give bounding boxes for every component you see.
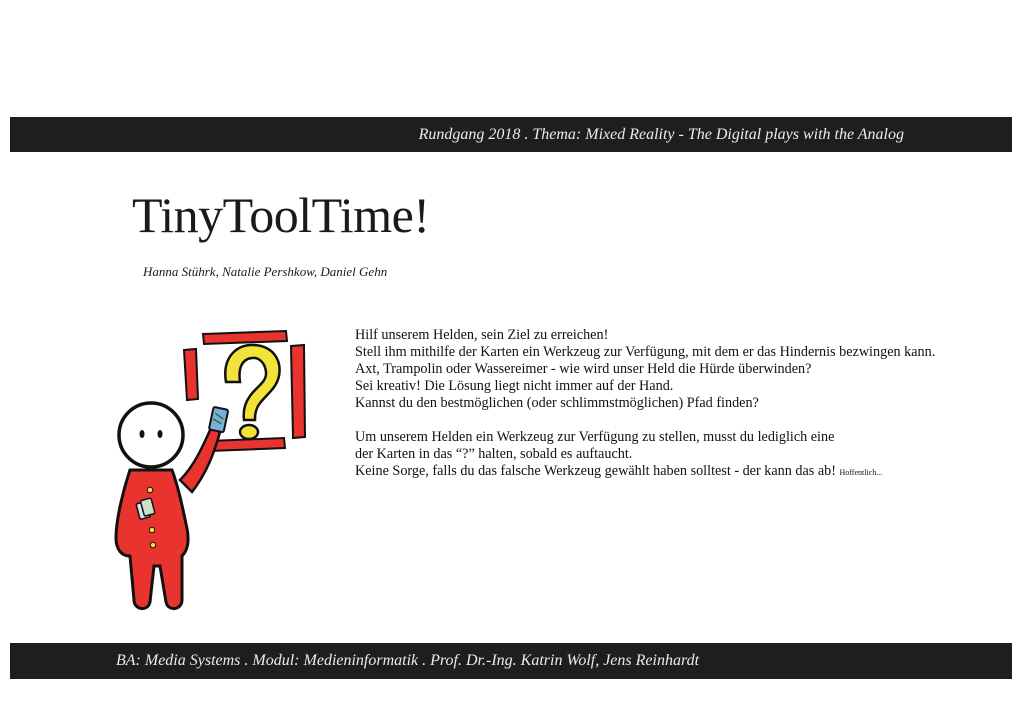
- question-mark-dot: [238, 423, 260, 441]
- header-banner: Rundgang 2018 . Thema: Mixed Reality - T…: [10, 117, 1012, 152]
- closing-text: Keine Sorge, falls du das falsche Werkze…: [355, 463, 840, 479]
- description-line: Kannst du den bestmöglichen (oder schlim…: [355, 395, 759, 411]
- closing-line: Keine Sorge, falls du das falsche Werkze…: [355, 463, 995, 481]
- header-banner-text: Rundgang 2018 . Thema: Mixed Reality - T…: [418, 125, 904, 143]
- frame-left-bar: [182, 347, 200, 402]
- frame-top-bar: [201, 329, 289, 346]
- instruction-line: Um unserem Helden ein Werkzeug zur Verfü…: [355, 429, 835, 445]
- instruction-line: der Karten in das “?” halten, sobald es …: [355, 446, 633, 462]
- question-mark: [224, 343, 281, 422]
- hero-head: [117, 401, 185, 469]
- description-line: Sei kreativ! Die Lösung liegt nicht imme…: [355, 378, 674, 394]
- description-line: Stell ihm mithilfe der Karten ein Werkze…: [355, 344, 936, 360]
- page-title: TinyToolTime!: [132, 187, 430, 243]
- frame-right-bar: [289, 343, 307, 440]
- hero-arm: [178, 426, 222, 494]
- description-line: Axt, Trampolin oder Wassereimer - wie wi…: [355, 361, 812, 377]
- closing-small-text: Hoffentlich...: [839, 468, 883, 477]
- hero-question-mark-icon: [114, 329, 307, 610]
- authors: Hanna Stührk, Natalie Pershkow, Daniel G…: [143, 264, 388, 279]
- description: Hilf unserem Helden, sein Ziel zu erreic…: [355, 327, 995, 481]
- card: [208, 406, 229, 434]
- footer-banner-text: BA: Media Systems . Modul: Medieninforma…: [116, 652, 700, 669]
- footer-banner: BA: Media Systems . Modul: Medieninforma…: [10, 643, 1012, 679]
- description-line: Hilf unserem Helden, sein Ziel zu erreic…: [355, 327, 609, 343]
